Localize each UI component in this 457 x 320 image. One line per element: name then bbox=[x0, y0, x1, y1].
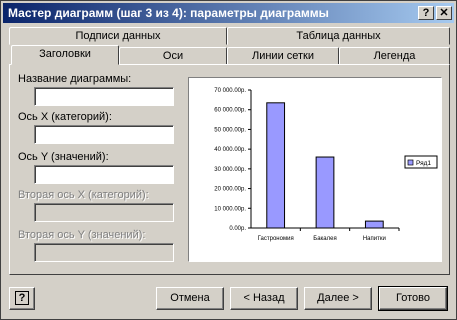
window-title: Мастер диаграмм (шаг 3 из 4): параметры … bbox=[8, 6, 329, 20]
tab-gridlines[interactable]: Линии сетки bbox=[227, 47, 339, 65]
tab-legend[interactable]: Легенда bbox=[339, 47, 450, 65]
cancel-button[interactable]: Отмена bbox=[156, 287, 224, 310]
finish-button[interactable]: Готово bbox=[378, 286, 448, 311]
chart-title-input[interactable] bbox=[34, 87, 174, 106]
tab-axes[interactable]: Оси bbox=[119, 47, 227, 65]
titles-panel: Название диаграммы: Ось X (категорий): О… bbox=[9, 64, 450, 275]
y-tick-label: 0.00р. bbox=[229, 226, 246, 232]
y-tick-label: 10 000.00р. bbox=[214, 206, 246, 212]
y-tick-label: 70 000.00р. bbox=[214, 88, 246, 94]
help-title-button[interactable]: ? bbox=[418, 6, 434, 20]
help-button[interactable]: ? bbox=[9, 287, 35, 310]
y-axis-input[interactable] bbox=[34, 165, 174, 184]
next-button[interactable]: Далее > bbox=[304, 287, 372, 310]
secondary-y-axis-input bbox=[34, 243, 174, 262]
x-tick-label: Бакалея bbox=[313, 236, 336, 242]
close-button[interactable]: ✕ bbox=[436, 6, 452, 20]
chart-wizard-dialog: Мастер диаграмм (шаг 3 из 4): параметры … bbox=[0, 0, 457, 320]
title-bar: Мастер диаграмм (шаг 3 из 4): параметры … bbox=[3, 3, 454, 23]
y-tick-label: 30 000.00р. bbox=[214, 167, 246, 173]
secondary-x-axis-label: Вторая ось X (категорий): bbox=[18, 189, 149, 201]
chart-preview: 0.00р. 10 000.00р. 20 000.00р. 30 000.00р. 4… bbox=[188, 77, 442, 262]
tab-data-labels[interactable]: Подписи данных bbox=[9, 27, 227, 45]
bar bbox=[364, 220, 384, 229]
bar bbox=[266, 102, 286, 229]
y-axis-label: Ось Y (значений): bbox=[18, 151, 109, 163]
chart-preview-svg: 0.00р. 10 000.00р. 20 000.00р. 30 000.00р. 4… bbox=[214, 88, 438, 242]
chart-title-label: Название диаграммы: bbox=[18, 73, 132, 85]
y-tick-label: 40 000.00р. bbox=[214, 147, 246, 153]
x-tick-label: Гастрономия bbox=[258, 236, 294, 242]
bar bbox=[315, 156, 335, 229]
y-tick-label: 60 000.00р. bbox=[214, 108, 246, 114]
secondary-x-axis-input bbox=[34, 203, 174, 222]
back-button[interactable]: < Назад bbox=[230, 287, 298, 310]
x-axis-label: Ось X (категорий): bbox=[18, 111, 112, 123]
help-icon: ? bbox=[15, 291, 29, 305]
legend-swatch bbox=[407, 159, 414, 166]
tab-data-table[interactable]: Таблица данных bbox=[227, 27, 450, 45]
x-axis-input[interactable] bbox=[34, 125, 174, 144]
tab-titles[interactable]: Заголовки bbox=[11, 45, 119, 65]
legend-label: Ряд1 bbox=[416, 160, 431, 167]
secondary-y-axis-label: Вторая ось Y (значений): bbox=[18, 229, 146, 241]
y-tick-label: 50 000.00р. bbox=[214, 127, 246, 133]
y-tick-label: 20 000.00р. bbox=[214, 187, 246, 193]
x-tick-label: Напитки bbox=[363, 236, 386, 242]
